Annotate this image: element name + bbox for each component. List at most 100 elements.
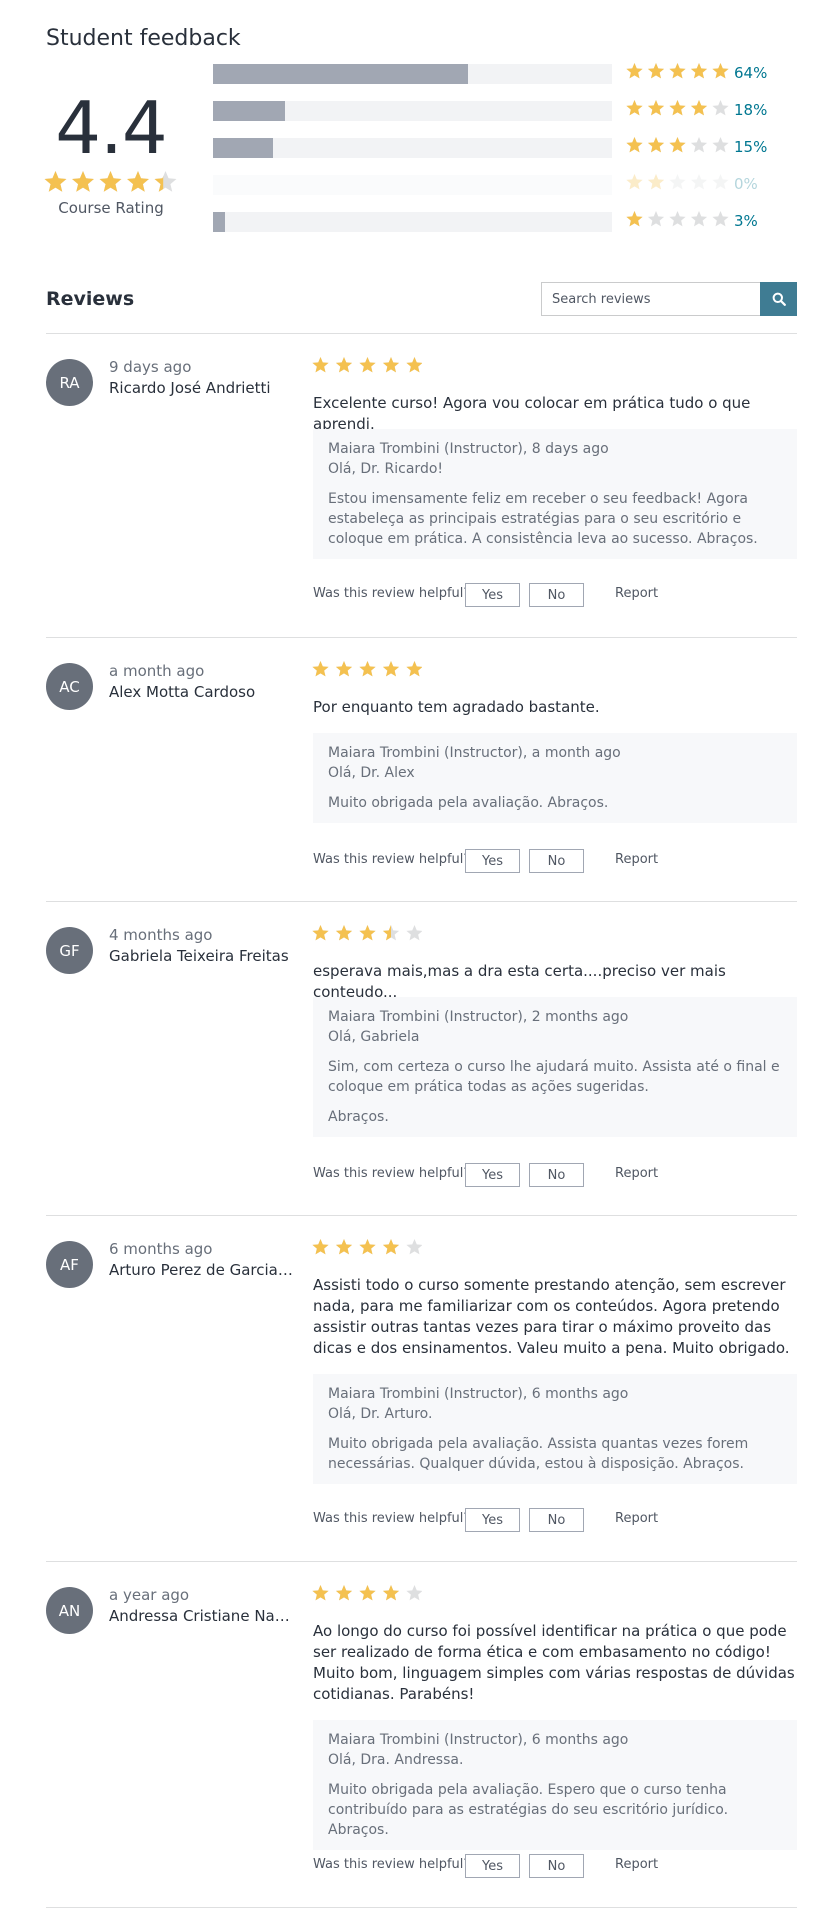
star-icon: [669, 100, 686, 116]
star-icon: [406, 357, 422, 373]
instructor-reply: Maiara Trombini (Instructor), 8 days ago…: [313, 429, 797, 559]
reply-paragraph: Sim, com certeza o curso lhe ajudará mui…: [328, 1059, 780, 1095]
helpful-no-button[interactable]: No: [529, 849, 584, 873]
star-empty-icon: [712, 137, 729, 153]
helpful-no-button[interactable]: No: [529, 1508, 584, 1532]
review-divider: [46, 1907, 797, 1908]
review-text: Por enquanto tem agradado bastante.: [313, 698, 600, 716]
helpful-feedback: Was this review helpful? Yes No Report: [313, 1854, 793, 1878]
helpful-no-button[interactable]: No: [529, 1163, 584, 1187]
star-icon: [359, 1239, 376, 1255]
rating-filter-3-stars[interactable]: 15%: [213, 136, 773, 158]
review-item: AC a month ago Alex Motta Cardoso Por enqua…: [0, 661, 830, 963]
rating-percent: 0%: [734, 175, 758, 193]
rating-bar-fill: [213, 212, 225, 232]
report-link[interactable]: Report: [615, 586, 658, 601]
star-empty-icon: [406, 1239, 422, 1255]
star-empty-icon: [647, 211, 665, 227]
report-link[interactable]: Report: [615, 1511, 658, 1526]
report-link[interactable]: Report: [615, 1857, 658, 1872]
star-icon: [359, 661, 376, 677]
instructor-reply: Maiara Trombini (Instructor), 6 months a…: [313, 1374, 797, 1484]
star-icon: [647, 100, 665, 116]
reviewer-name: Arturo Perez de Garcia Fernandes: [109, 1261, 294, 1279]
review-divider: [46, 901, 797, 902]
search-reviews-input[interactable]: [541, 282, 797, 316]
reply-paragraph: Estou imensamente feliz em receber o seu…: [328, 491, 758, 547]
report-link[interactable]: Report: [615, 1166, 658, 1181]
reply-author: Maiara Trombini (Instructor), 8 days ago: [328, 441, 609, 457]
rating-bar-fill: [213, 138, 273, 158]
rating-row-stars: [626, 100, 729, 116]
helpful-no-button[interactable]: No: [529, 1854, 584, 1878]
report-link[interactable]: Report: [615, 852, 658, 867]
review-text: Ao longo do curso foi possível identific…: [313, 1622, 795, 1703]
star-icon: [312, 1585, 329, 1601]
review-item: AN a year ago Andressa Cristiane Nagildo Ao…: [0, 1585, 830, 1887]
review-divider: [46, 637, 797, 638]
rating-filter-5-stars[interactable]: 64%: [213, 62, 773, 84]
rating-filter-2-stars[interactable]: 0%: [213, 173, 773, 195]
reviewer-name: Andressa Cristiane Nagildo: [109, 1607, 294, 1625]
average-rating-value: 4.4: [55, 86, 168, 170]
rating-percent: 18%: [734, 101, 768, 119]
rating-bar-fill: [213, 64, 469, 84]
review-stars: [312, 661, 422, 677]
star-icon: [647, 137, 665, 153]
star-empty-icon: [690, 137, 708, 153]
reply-paragraph: Muito obrigada pela avaliação. Espero qu…: [328, 1782, 729, 1838]
star-empty-icon: [712, 211, 729, 227]
review-divider: [46, 333, 797, 334]
avatar: AN: [46, 1587, 93, 1634]
avatar: AF: [46, 1241, 93, 1288]
star-icon: [312, 661, 329, 677]
reply-greeting: Olá, Dr. Alex: [328, 765, 415, 781]
review-time: a year ago: [109, 1586, 190, 1604]
instructor-reply: Maiara Trombini (Instructor), 6 months a…: [313, 1720, 797, 1850]
star-icon: [712, 63, 729, 79]
reply-author: Maiara Trombini (Instructor), 6 months a…: [328, 1732, 629, 1748]
star-icon: [99, 171, 122, 192]
review-divider: [46, 1561, 797, 1562]
helpful-yes-button[interactable]: Yes: [465, 1163, 520, 1187]
star-icon: [382, 661, 400, 677]
helpful-yes-button[interactable]: Yes: [465, 849, 520, 873]
reviewer-name: Gabriela Teixeira Freitas: [109, 947, 289, 965]
star-icon: [647, 174, 665, 190]
star-icon: [335, 357, 353, 373]
rating-bar-track: [213, 101, 612, 121]
review-item: AF 6 months ago Arturo Perez de Garcia Fer…: [0, 1239, 830, 1541]
star-icon: [669, 63, 686, 79]
reviewer-name: Alex Motta Cardoso: [109, 683, 256, 701]
instructor-reply: Maiara Trombini (Instructor), 2 months a…: [313, 997, 797, 1137]
rating-percent: 3%: [734, 212, 758, 230]
avatar: RA: [46, 359, 93, 406]
search-button[interactable]: [760, 282, 797, 316]
helpful-no-button[interactable]: No: [529, 583, 584, 607]
helpful-question: Was this review helpful?: [313, 1857, 471, 1872]
star-icon: [626, 63, 643, 79]
reply-paragraph: Muito obrigada pela avaliação. Abraços.: [328, 795, 609, 811]
rating-filter-4-stars[interactable]: 18%: [213, 99, 773, 121]
helpful-yes-button[interactable]: Yes: [465, 1508, 520, 1532]
helpful-yes-button[interactable]: Yes: [465, 1854, 520, 1878]
rating-row-stars: [626, 211, 729, 227]
rating-bar-track: [213, 138, 612, 158]
helpful-feedback: Was this review helpful? Yes No Report: [313, 849, 793, 873]
rating-filter-1-stars[interactable]: 3%: [213, 210, 773, 232]
helpful-yes-button[interactable]: Yes: [465, 583, 520, 607]
star-icon: [647, 63, 665, 79]
helpful-feedback: Was this review helpful? Yes No Report: [313, 1508, 793, 1532]
star-icon: [382, 1585, 400, 1601]
instructor-reply: Maiara Trombini (Instructor), a month ag…: [313, 733, 797, 823]
reply-author: Maiara Trombini (Instructor), a month ag…: [328, 745, 621, 761]
star-empty-icon: [406, 1585, 422, 1601]
review-item: GF 4 months ago Gabriela Teixeira Freitas e…: [0, 925, 830, 1227]
star-icon: [359, 357, 376, 373]
reply-greeting: Olá, Dr. Ricardo!: [328, 461, 444, 477]
star-icon: [335, 925, 353, 941]
review-stars: [312, 357, 422, 373]
star-icon: [382, 1239, 400, 1255]
star-icon: [335, 1239, 353, 1255]
reply-greeting: Olá, Dra. Andressa.: [328, 1752, 464, 1768]
